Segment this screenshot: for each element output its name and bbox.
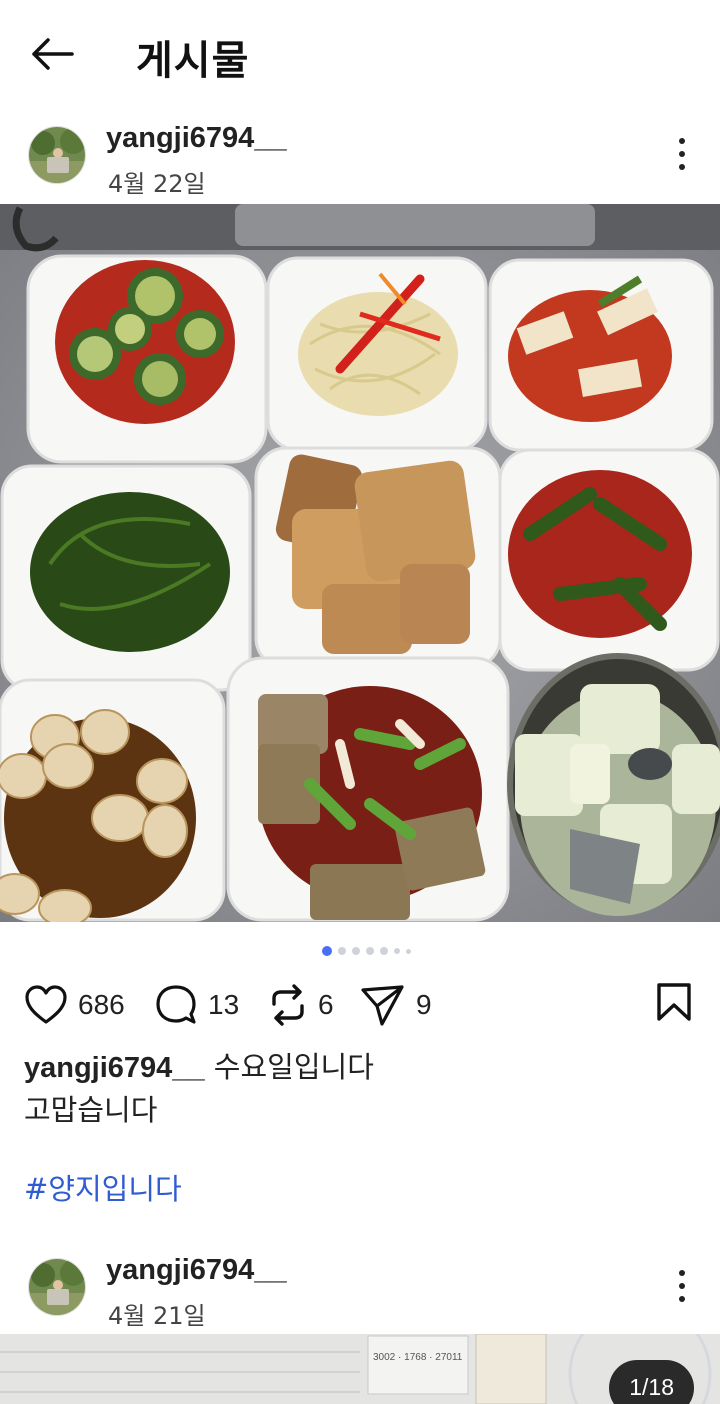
carousel-dot [394, 948, 400, 954]
carousel-dot [366, 947, 374, 955]
next-post-header: yangji6794__ 4월 21일 [0, 1244, 720, 1336]
carousel-dot-active [322, 946, 332, 956]
post-username[interactable]: yangji6794__ [106, 122, 287, 155]
post-caption: yangji6794__ 수요일입니다 고맙습니다 [24, 1046, 374, 1131]
more-vertical-icon [679, 1270, 685, 1276]
save-button[interactable] [656, 982, 692, 1027]
like-button[interactable]: 686 [24, 980, 125, 1030]
carousel-dot [406, 948, 411, 954]
next-post-username[interactable]: yangji6794__ [106, 1254, 287, 1287]
back-button[interactable] [28, 32, 76, 76]
repost-count: 6 [318, 989, 334, 1020]
caption-text: 수요일입니다 [204, 1050, 374, 1084]
more-options-button[interactable] [672, 1266, 692, 1306]
post-date: 4월 22일 [108, 170, 206, 198]
page-title: 게시물 [136, 38, 250, 84]
hashtag-link[interactable]: #양지입니다 [24, 1166, 182, 1208]
post-header: yangji6794__ 4월 22일 [0, 112, 720, 204]
next-post-date: 4월 21일 [108, 1302, 206, 1330]
bookmark-icon [657, 983, 691, 1021]
caption-text-line2: 고맙습니다 [24, 1093, 158, 1127]
carousel-dot [380, 947, 388, 955]
post-photo[interactable] [0, 204, 720, 922]
comment-icon [156, 985, 196, 1024]
like-count: 686 [78, 989, 125, 1020]
more-vertical-icon [679, 138, 685, 144]
carousel-indicator [322, 946, 411, 956]
heart-icon [25, 985, 67, 1024]
more-options-button[interactable] [672, 134, 692, 174]
image-counter-badge: 1/18 [609, 1360, 694, 1404]
carousel-dot [352, 947, 360, 955]
comment-button[interactable]: 13 [154, 980, 239, 1030]
top-bar: 게시물 [0, 0, 720, 108]
comment-count: 13 [208, 989, 240, 1020]
send-icon [361, 985, 404, 1026]
carousel-dot [338, 947, 346, 955]
sign-text: 3002 · 1768 · 27011 [373, 1352, 463, 1363]
share-button[interactable]: 9 [360, 980, 432, 1030]
caption-username[interactable]: yangji6794__ [24, 1052, 205, 1084]
action-bar: 686 13 6 9 [0, 980, 720, 1030]
repost-button[interactable]: 6 [268, 980, 334, 1030]
arrow-left-icon [32, 38, 74, 70]
repost-icon [272, 984, 304, 1026]
avatar[interactable] [28, 1258, 86, 1316]
share-count: 9 [416, 989, 432, 1020]
avatar[interactable] [28, 126, 86, 184]
